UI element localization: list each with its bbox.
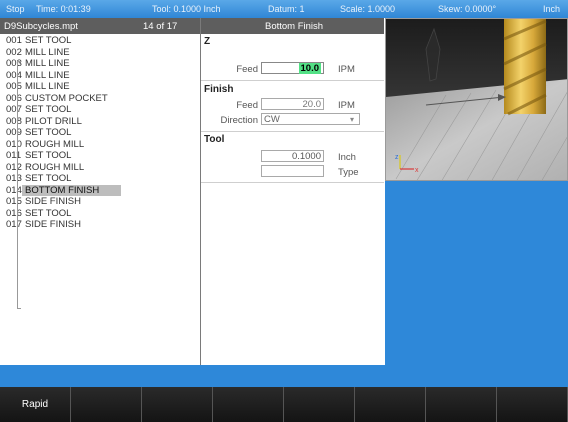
finish-section-title: Finish bbox=[204, 84, 234, 95]
tool-viewport[interactable]: z x bbox=[385, 18, 568, 181]
program-filename: D9Subcycles.mpt bbox=[4, 21, 78, 32]
finish-feed-field[interactable]: 20.0 bbox=[261, 98, 324, 110]
z-feed-field[interactable]: 10.0 bbox=[261, 62, 324, 74]
blue-panel-area bbox=[385, 181, 568, 365]
chevron-down-icon: ▾ bbox=[349, 115, 354, 124]
step-label: SIDE FINISH bbox=[25, 196, 81, 207]
message-bar bbox=[0, 365, 568, 387]
status-tool: Tool: 0.1000 Inch bbox=[152, 4, 221, 14]
finish-direction-value: CW bbox=[264, 114, 280, 125]
status-skew: Skew: 0.0000° bbox=[438, 4, 497, 14]
tool-viewport-graphic: z x bbox=[386, 19, 567, 180]
softkey-bar: Rapid bbox=[0, 387, 568, 422]
softkey-button[interactable] bbox=[355, 387, 426, 422]
step-row[interactable]: 017 SIDE FINISH bbox=[0, 219, 199, 230]
softkey-button[interactable] bbox=[426, 387, 497, 422]
step-row[interactable]: 007 SET TOOL bbox=[0, 104, 199, 115]
step-number: 001 bbox=[6, 35, 22, 46]
divider bbox=[201, 131, 384, 132]
status-datum: Datum: 1 bbox=[268, 4, 305, 14]
step-row[interactable]: 015 SIDE FINISH bbox=[0, 196, 199, 207]
step-label: SET TOOL bbox=[25, 207, 72, 219]
step-number: 002 bbox=[6, 46, 22, 58]
step-row[interactable]: 009 SET TOOL bbox=[0, 127, 199, 138]
axis-x-label: x bbox=[415, 167, 419, 174]
step-label: CUSTOM POCKET bbox=[25, 92, 108, 104]
step-row[interactable]: 012 ROUGH MILL bbox=[0, 162, 199, 173]
step-row[interactable]: 003 MILL LINE bbox=[0, 58, 199, 69]
softkey-button[interactable] bbox=[213, 387, 284, 422]
step-label: MILL LINE bbox=[25, 58, 70, 69]
step-label: SET TOOL bbox=[25, 150, 72, 161]
finish-direction-select[interactable]: CW ▾ bbox=[261, 113, 360, 125]
z-feed-unit: IPM bbox=[338, 64, 355, 75]
step-label: MILL LINE bbox=[25, 46, 70, 58]
z-section-title: Z bbox=[204, 36, 211, 47]
tool-diameter-field[interactable]: 0.1000 bbox=[261, 150, 324, 162]
step-row[interactable]: 006 CUSTOM POCKET bbox=[0, 93, 199, 104]
softkey-button[interactable] bbox=[142, 387, 213, 422]
step-row[interactable]: 016 SET TOOL bbox=[0, 208, 199, 219]
step-label: SET TOOL bbox=[25, 127, 72, 138]
softkey-button[interactable]: Rapid bbox=[0, 387, 71, 422]
step-label: MILL LINE bbox=[25, 81, 70, 92]
step-form: Z Feed 10.0 IPM Finish Feed 20.0 IPM Dir… bbox=[201, 34, 384, 365]
step-label: SIDE FINISH bbox=[25, 219, 81, 230]
status-stop: Stop bbox=[6, 4, 25, 14]
softkey-button[interactable] bbox=[71, 387, 142, 422]
step-row[interactable]: 004 MILL LINE bbox=[0, 70, 199, 81]
divider bbox=[201, 182, 384, 183]
step-label: SET TOOL bbox=[25, 173, 72, 184]
step-label: PILOT DRILL bbox=[25, 115, 82, 127]
step-row[interactable]: 002 MILL LINE bbox=[0, 47, 199, 58]
softkey-button[interactable] bbox=[284, 387, 355, 422]
status-bar: Stop Time: 0:01:39 Tool: 0.1000 Inch Dat… bbox=[0, 0, 568, 18]
step-row[interactable]: 001 SET TOOL bbox=[0, 35, 199, 46]
axis-z-label: z bbox=[395, 154, 399, 161]
step-row[interactable]: 013 SET TOOL bbox=[0, 173, 199, 184]
finish-feed-label: Feed bbox=[236, 100, 258, 111]
divider bbox=[201, 80, 384, 81]
step-label: BOTTOM FINISH bbox=[22, 184, 121, 196]
step-row[interactable]: 008 PILOT DRILL bbox=[0, 116, 199, 127]
step-label: ROUGH MILL bbox=[25, 161, 85, 173]
step-row[interactable]: 011 SET TOOL bbox=[0, 150, 199, 161]
finish-feed-unit: IPM bbox=[338, 100, 355, 111]
step-form-header: Bottom Finish bbox=[201, 18, 384, 34]
subprogram-bracket-bottom bbox=[17, 302, 21, 309]
status-scale: Scale: 1.0000 bbox=[340, 4, 396, 14]
program-header: D9Subcycles.mpt 14 of 17 bbox=[0, 18, 200, 34]
step-form-title: Bottom Finish bbox=[265, 21, 324, 32]
step-label: SET TOOL bbox=[25, 35, 72, 46]
step-row[interactable]: 005 MILL LINE bbox=[0, 81, 199, 92]
subprogram-bracket bbox=[17, 66, 21, 308]
step-label: SET TOOL bbox=[25, 104, 72, 115]
tool-diameter-unit: Inch bbox=[338, 152, 356, 163]
tool-section-title: Tool bbox=[204, 134, 225, 145]
softkey-button[interactable] bbox=[497, 387, 568, 422]
tool-type-field[interactable] bbox=[261, 165, 324, 177]
z-feed-value: 10.0 bbox=[298, 63, 321, 74]
finish-direction-label: Direction bbox=[220, 115, 259, 126]
z-feed-label: Feed bbox=[236, 64, 258, 75]
tool-type-label: Type bbox=[338, 167, 359, 178]
program-step-list: D9Subcycles.mpt 14 of 17 001 SET TOOL 002 M… bbox=[0, 18, 201, 365]
program-position: 14 of 17 bbox=[143, 21, 178, 32]
step-row[interactable]: 014 BOTTOM FINISH bbox=[0, 184, 199, 196]
step-label: MILL LINE bbox=[25, 69, 70, 81]
status-time: Time: 0:01:39 bbox=[36, 4, 91, 14]
step-label: ROUGH MILL bbox=[25, 138, 85, 150]
status-units: Inch bbox=[543, 4, 561, 14]
step-row[interactable]: 010 ROUGH MILL bbox=[0, 139, 199, 150]
